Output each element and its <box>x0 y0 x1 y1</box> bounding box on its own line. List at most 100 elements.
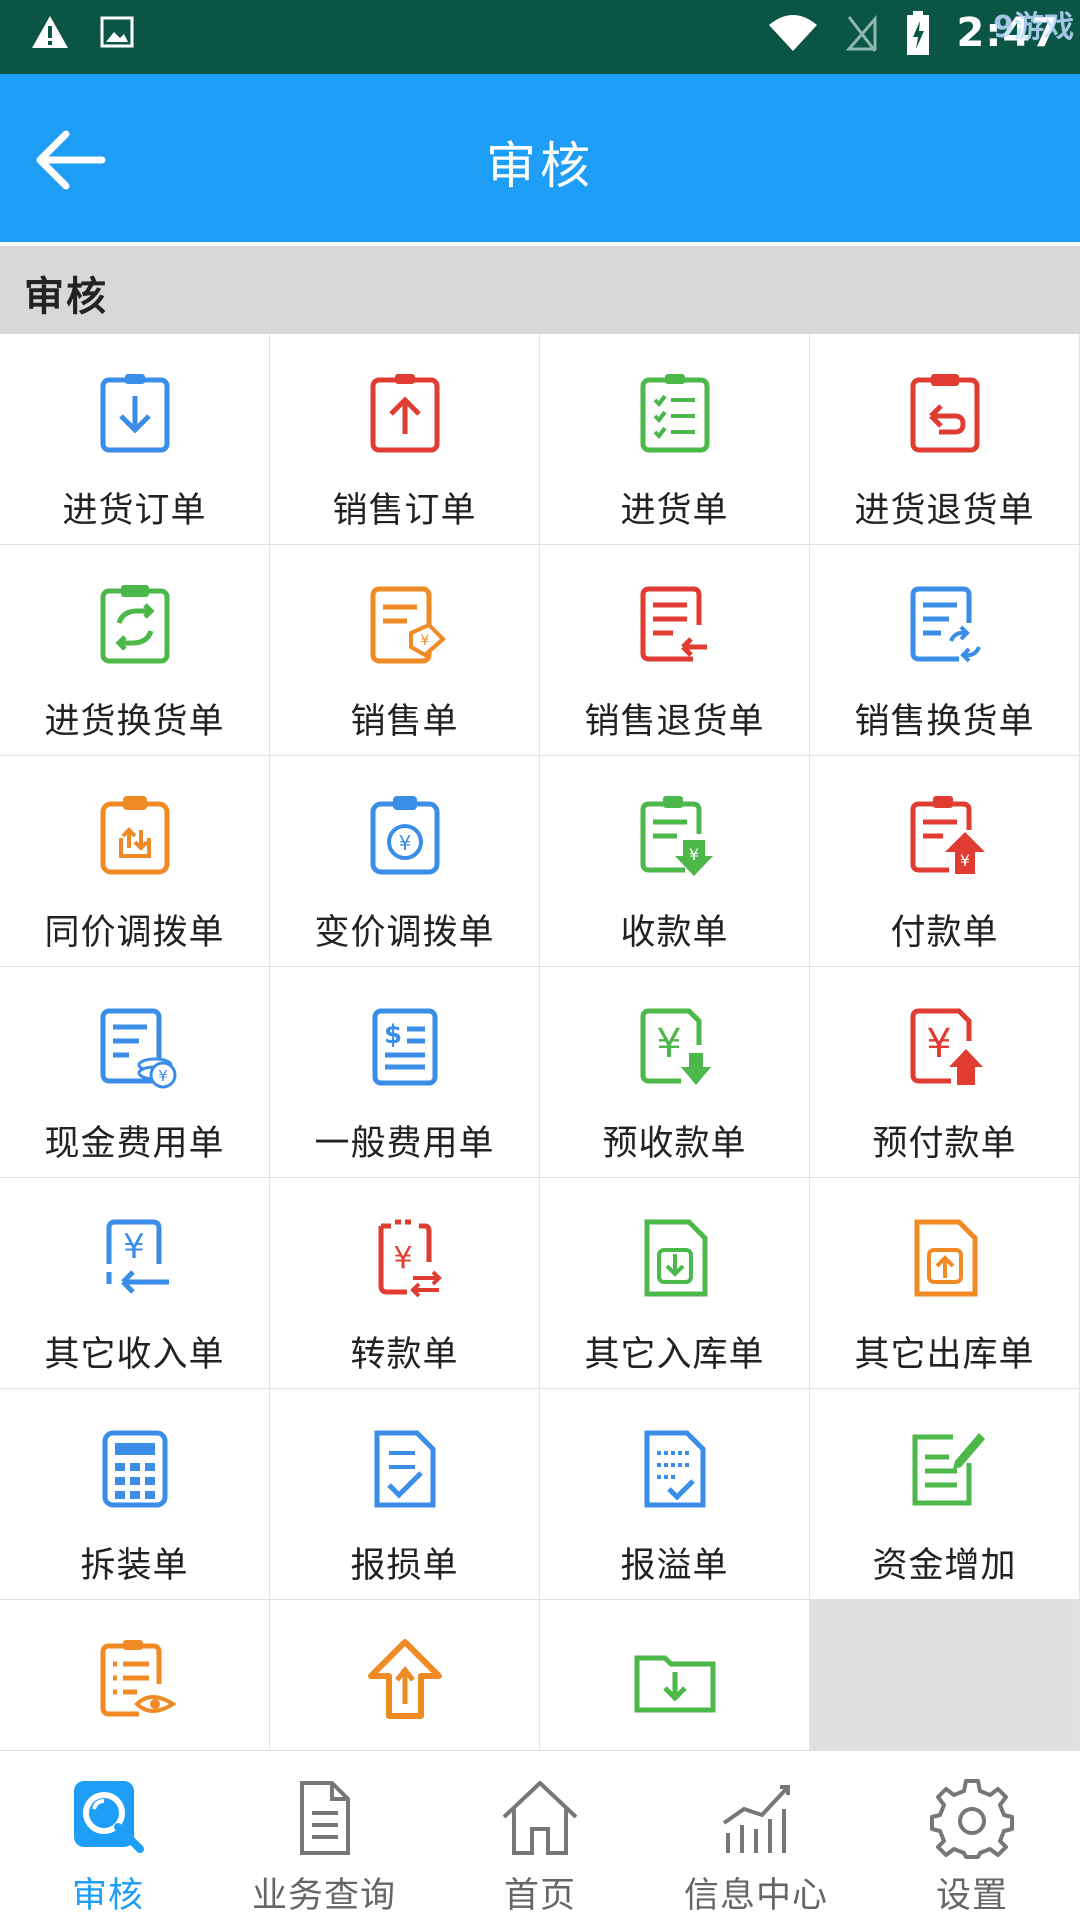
grid-item-loss-report[interactable]: 报损单 <box>270 1389 540 1600</box>
grid-item-assembly[interactable]: 拆装单 <box>0 1389 270 1600</box>
sales-order-icon <box>370 374 439 453</box>
grid-item-label: 拆装单 <box>80 1546 189 1586</box>
document-view-icon <box>100 1640 177 1717</box>
grid-item-label: 资金增加 <box>872 1546 1017 1586</box>
grid-item-label: 进货换货单 <box>44 702 225 742</box>
assembly-icon <box>102 1430 167 1508</box>
variable-price-transfer-icon: ¥ <box>370 796 439 875</box>
grid-item-label: 预收款单 <box>602 1124 747 1164</box>
grid-item-overflow-report[interactable]: 报溢单 <box>540 1389 810 1600</box>
grid-item-label: 进货订单 <box>62 491 207 531</box>
grid-item-purchase-list[interactable]: 进货单 <box>540 334 810 545</box>
grid-item-label: 其它入库单 <box>584 1335 765 1375</box>
grid-item-same-price-transfer[interactable]: 同价调拨单 <box>0 756 270 967</box>
purchase-return-icon <box>910 374 979 453</box>
nav-item-label: 信息中心 <box>683 1876 828 1916</box>
chart-icon <box>722 1785 790 1853</box>
grid-item-label: 转款单 <box>350 1335 459 1375</box>
wifi-icon <box>768 15 817 51</box>
section-title: 审核 <box>24 274 108 320</box>
loss-report-icon <box>374 1430 435 1508</box>
grid-item-variable-price-transfer[interactable]: ¥ 变价调拨单 <box>270 756 540 967</box>
grid-item-other-stock-out[interactable]: 其它出库单 <box>810 1178 1080 1389</box>
grid-item-sales-order[interactable]: 销售订单 <box>270 334 540 545</box>
nav-item-audit[interactable]: 审核 <box>0 1751 216 1921</box>
grid-item-cash-expense[interactable]: ¥ 现金费用单 <box>0 967 270 1178</box>
grid-item-advance-payment[interactable]: ¥ 预付款单 <box>810 967 1080 1178</box>
document-icon <box>300 1781 350 1855</box>
grid-item-document-view[interactable] <box>0 1600 270 1750</box>
grid-item-advance-receipt[interactable]: ¥ 预收款单 <box>540 967 810 1178</box>
grid-item-label: 收款单 <box>620 913 729 953</box>
svg-text:¥: ¥ <box>656 1021 681 1067</box>
transfer-funds-icon: ¥ <box>378 1219 442 1298</box>
grid-item-sales-return[interactable]: 销售退货单 <box>540 545 810 756</box>
inbound-order-icon <box>100 374 169 453</box>
sales-exchange-icon <box>910 586 981 663</box>
svg-text:¥: ¥ <box>959 851 969 870</box>
grid-item-receipt[interactable]: ¥ 收款单 <box>540 756 810 967</box>
grid-item-label: 其它出库单 <box>854 1335 1035 1375</box>
grid-item-transfer-funds[interactable]: ¥ 转款单 <box>270 1178 540 1389</box>
svg-text:$: $ <box>383 1020 401 1050</box>
audit-search-icon <box>74 1781 144 1853</box>
image-icon <box>100 16 134 48</box>
grid-item-purchase-return[interactable]: 进货退货单 <box>810 334 1080 545</box>
nav-item-home[interactable]: 首页 <box>432 1751 648 1921</box>
nav-item-label: 审核 <box>71 1876 144 1916</box>
status-bar: 2:47 9游戏 <box>0 0 1080 74</box>
nav-item-business-query[interactable]: 业务查询 <box>216 1751 432 1921</box>
warning-icon <box>32 16 68 48</box>
purchase-exchange-icon <box>100 585 169 664</box>
grid-item-download-folder[interactable] <box>540 1600 810 1750</box>
svg-text:¥: ¥ <box>688 845 698 864</box>
grid-item-label: 进货退货单 <box>854 491 1035 531</box>
payment-icon: ¥ <box>910 796 985 874</box>
grid-item-label: 同价调拨单 <box>44 913 225 953</box>
grid-item-upload[interactable] <box>270 1600 540 1750</box>
same-price-transfer-icon <box>100 796 169 875</box>
grid-item-sales-doc[interactable]: ¥ 销售单 <box>270 545 540 756</box>
grid-item-sales-exchange[interactable]: 销售换货单 <box>810 545 1080 756</box>
grid-item-label: 销售单 <box>350 702 459 742</box>
grid-empty-cell <box>810 1600 1080 1750</box>
grid-item-label: 预付款单 <box>872 1124 1017 1164</box>
no-signal-icon <box>845 14 876 52</box>
other-income-icon: ¥ <box>106 1219 169 1294</box>
svg-text:¥: ¥ <box>926 1021 951 1067</box>
home-icon <box>502 1781 578 1855</box>
app-bar: 审核 <box>0 74 1080 242</box>
fund-increase-icon <box>912 1433 985 1506</box>
advance-receipt-icon: ¥ <box>640 1008 711 1085</box>
other-stock-out-icon <box>914 1219 977 1297</box>
overflow-report-icon <box>644 1430 705 1508</box>
grid-item-label: 其它收入单 <box>44 1335 225 1375</box>
svg-text:¥: ¥ <box>420 633 429 649</box>
grid-item-inbound-order[interactable]: 进货订单 <box>0 334 270 545</box>
grid-item-label: 销售退货单 <box>584 702 765 742</box>
grid-item-general-expense[interactable]: $ 一般费用单 <box>270 967 540 1178</box>
grid-item-label: 销售换货单 <box>854 702 1035 742</box>
nav-item-label: 首页 <box>503 1876 576 1916</box>
grid-item-label: 付款单 <box>890 913 999 953</box>
grid-item-payment[interactable]: ¥ 付款单 <box>810 756 1080 967</box>
gear-icon <box>930 1779 1014 1859</box>
nav-item-info-center[interactable]: 信息中心 <box>648 1751 864 1921</box>
sales-return-icon <box>640 586 707 662</box>
purchase-list-icon <box>640 374 709 453</box>
bottom-nav: 审核 业务查询 首页 信息中心 设置 <box>0 1750 1080 1921</box>
advance-payment-icon: ¥ <box>910 1008 983 1085</box>
svg-text:¥: ¥ <box>158 1067 168 1085</box>
upload-icon <box>367 1639 442 1719</box>
grid-item-purchase-exchange[interactable]: 进货换货单 <box>0 545 270 756</box>
other-stock-in-icon <box>644 1219 707 1297</box>
grid-item-fund-increase[interactable]: 资金增加 <box>810 1389 1080 1600</box>
nav-item-label: 设置 <box>935 1876 1008 1916</box>
grid-item-other-income[interactable]: ¥ 其它收入单 <box>0 1178 270 1389</box>
grid-item-other-stock-in[interactable]: 其它入库单 <box>540 1178 810 1389</box>
grid-item-label: 报溢单 <box>620 1546 729 1586</box>
svg-text:¥: ¥ <box>393 1241 412 1276</box>
grid-item-label: 现金费用单 <box>44 1124 225 1164</box>
cash-expense-icon: ¥ <box>100 1008 176 1089</box>
nav-item-settings[interactable]: 设置 <box>864 1751 1080 1921</box>
